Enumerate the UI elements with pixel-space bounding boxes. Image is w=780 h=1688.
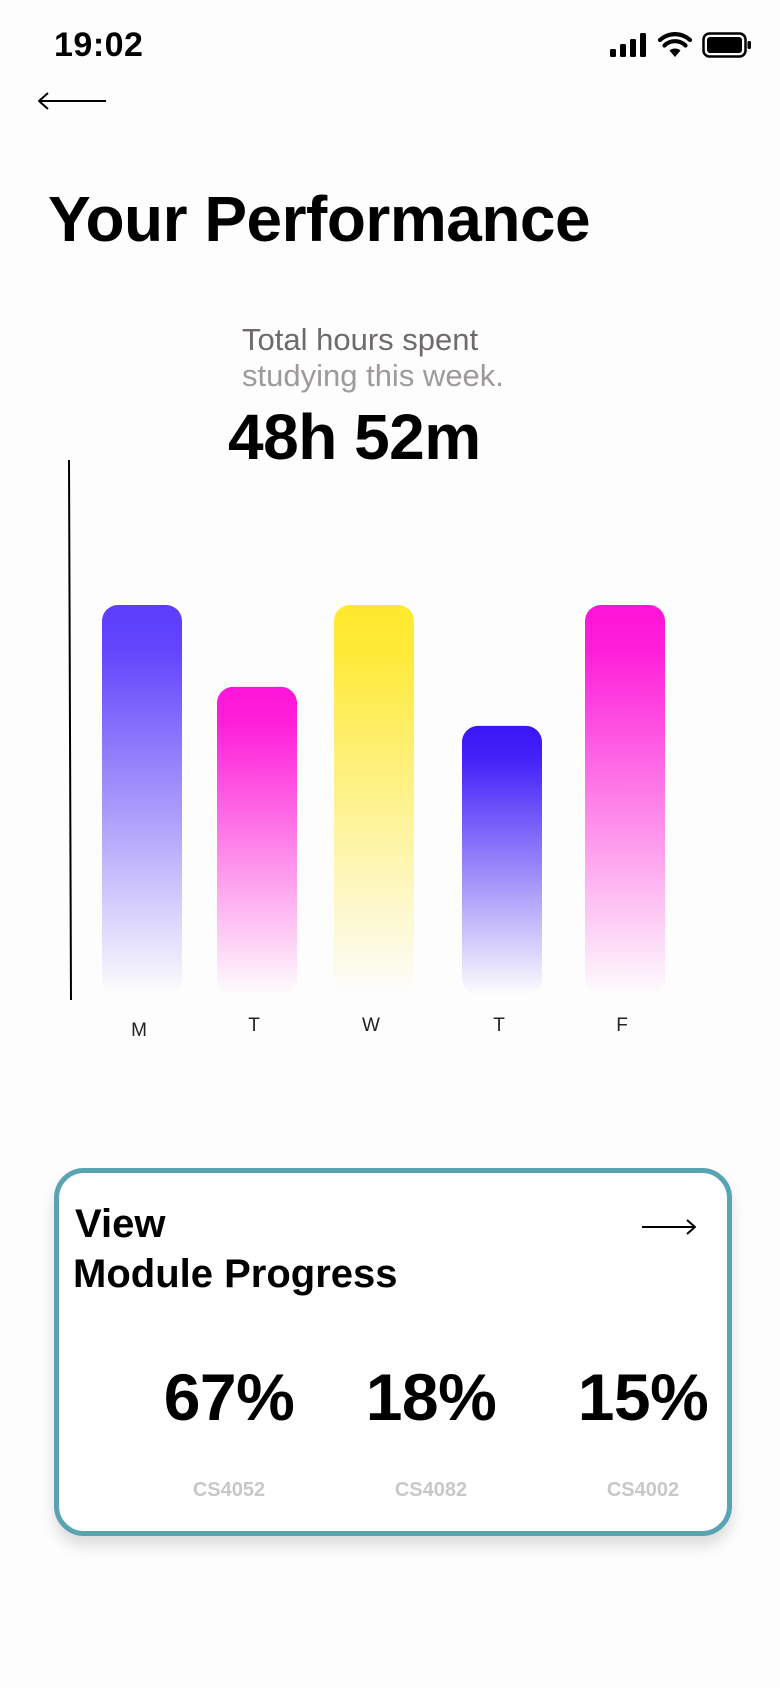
status-bar: 19:02 <box>0 0 780 90</box>
signal-icon <box>610 33 646 57</box>
module-code: CS4052 <box>192 1479 266 1501</box>
day-label: T <box>493 1015 505 1036</box>
module-code: CS4002 <box>606 1479 680 1501</box>
card-title-module-progress: Module Progress <box>73 1252 398 1296</box>
subtitle-line-2: studying this week. <box>242 358 504 393</box>
module-percent: 15% <box>577 1360 709 1434</box>
day-label: M <box>131 1020 147 1041</box>
module-percent: 67% <box>163 1360 295 1434</box>
day-labels-group: MTWTF <box>131 1015 628 1041</box>
wifi-icon <box>658 32 692 57</box>
module-card-title: View Module Progress <box>73 1199 398 1299</box>
subtitle-line-1: Total hours spent <box>242 322 479 357</box>
page-title: Your Performance <box>48 183 591 255</box>
module-percent: 18% <box>365 1360 497 1434</box>
module-stat: 15% CS4002 <box>543 1359 743 1502</box>
day-label: F <box>616 1015 628 1036</box>
day-label: T <box>248 1015 260 1036</box>
bar-2 <box>334 605 414 995</box>
status-time: 19:02 <box>54 26 144 64</box>
weekly-hours-bar-chart: MTWTF <box>68 459 665 1041</box>
back-arrow-icon[interactable] <box>36 88 108 114</box>
forward-arrow-icon[interactable] <box>641 1217 697 1237</box>
module-code: CS4082 <box>394 1479 468 1501</box>
status-icons <box>610 32 752 58</box>
bar-0 <box>102 605 182 995</box>
hours-subtitle: Total hours spent studying this week. <box>242 322 504 394</box>
bars-group <box>102 605 665 995</box>
card-title-view: View <box>75 1202 166 1246</box>
bar-1 <box>217 686 297 995</box>
bar-4 <box>585 605 665 995</box>
module-progress-card[interactable]: View Module Progress 67% CS4052 18% CS40… <box>54 1168 732 1536</box>
bar-3 <box>462 725 542 995</box>
module-stat: 67% CS4052 <box>129 1359 329 1502</box>
day-label: W <box>362 1015 380 1036</box>
y-axis-line <box>68 459 72 1001</box>
battery-icon <box>702 32 751 58</box>
module-stat: 18% CS4082 <box>331 1359 531 1502</box>
